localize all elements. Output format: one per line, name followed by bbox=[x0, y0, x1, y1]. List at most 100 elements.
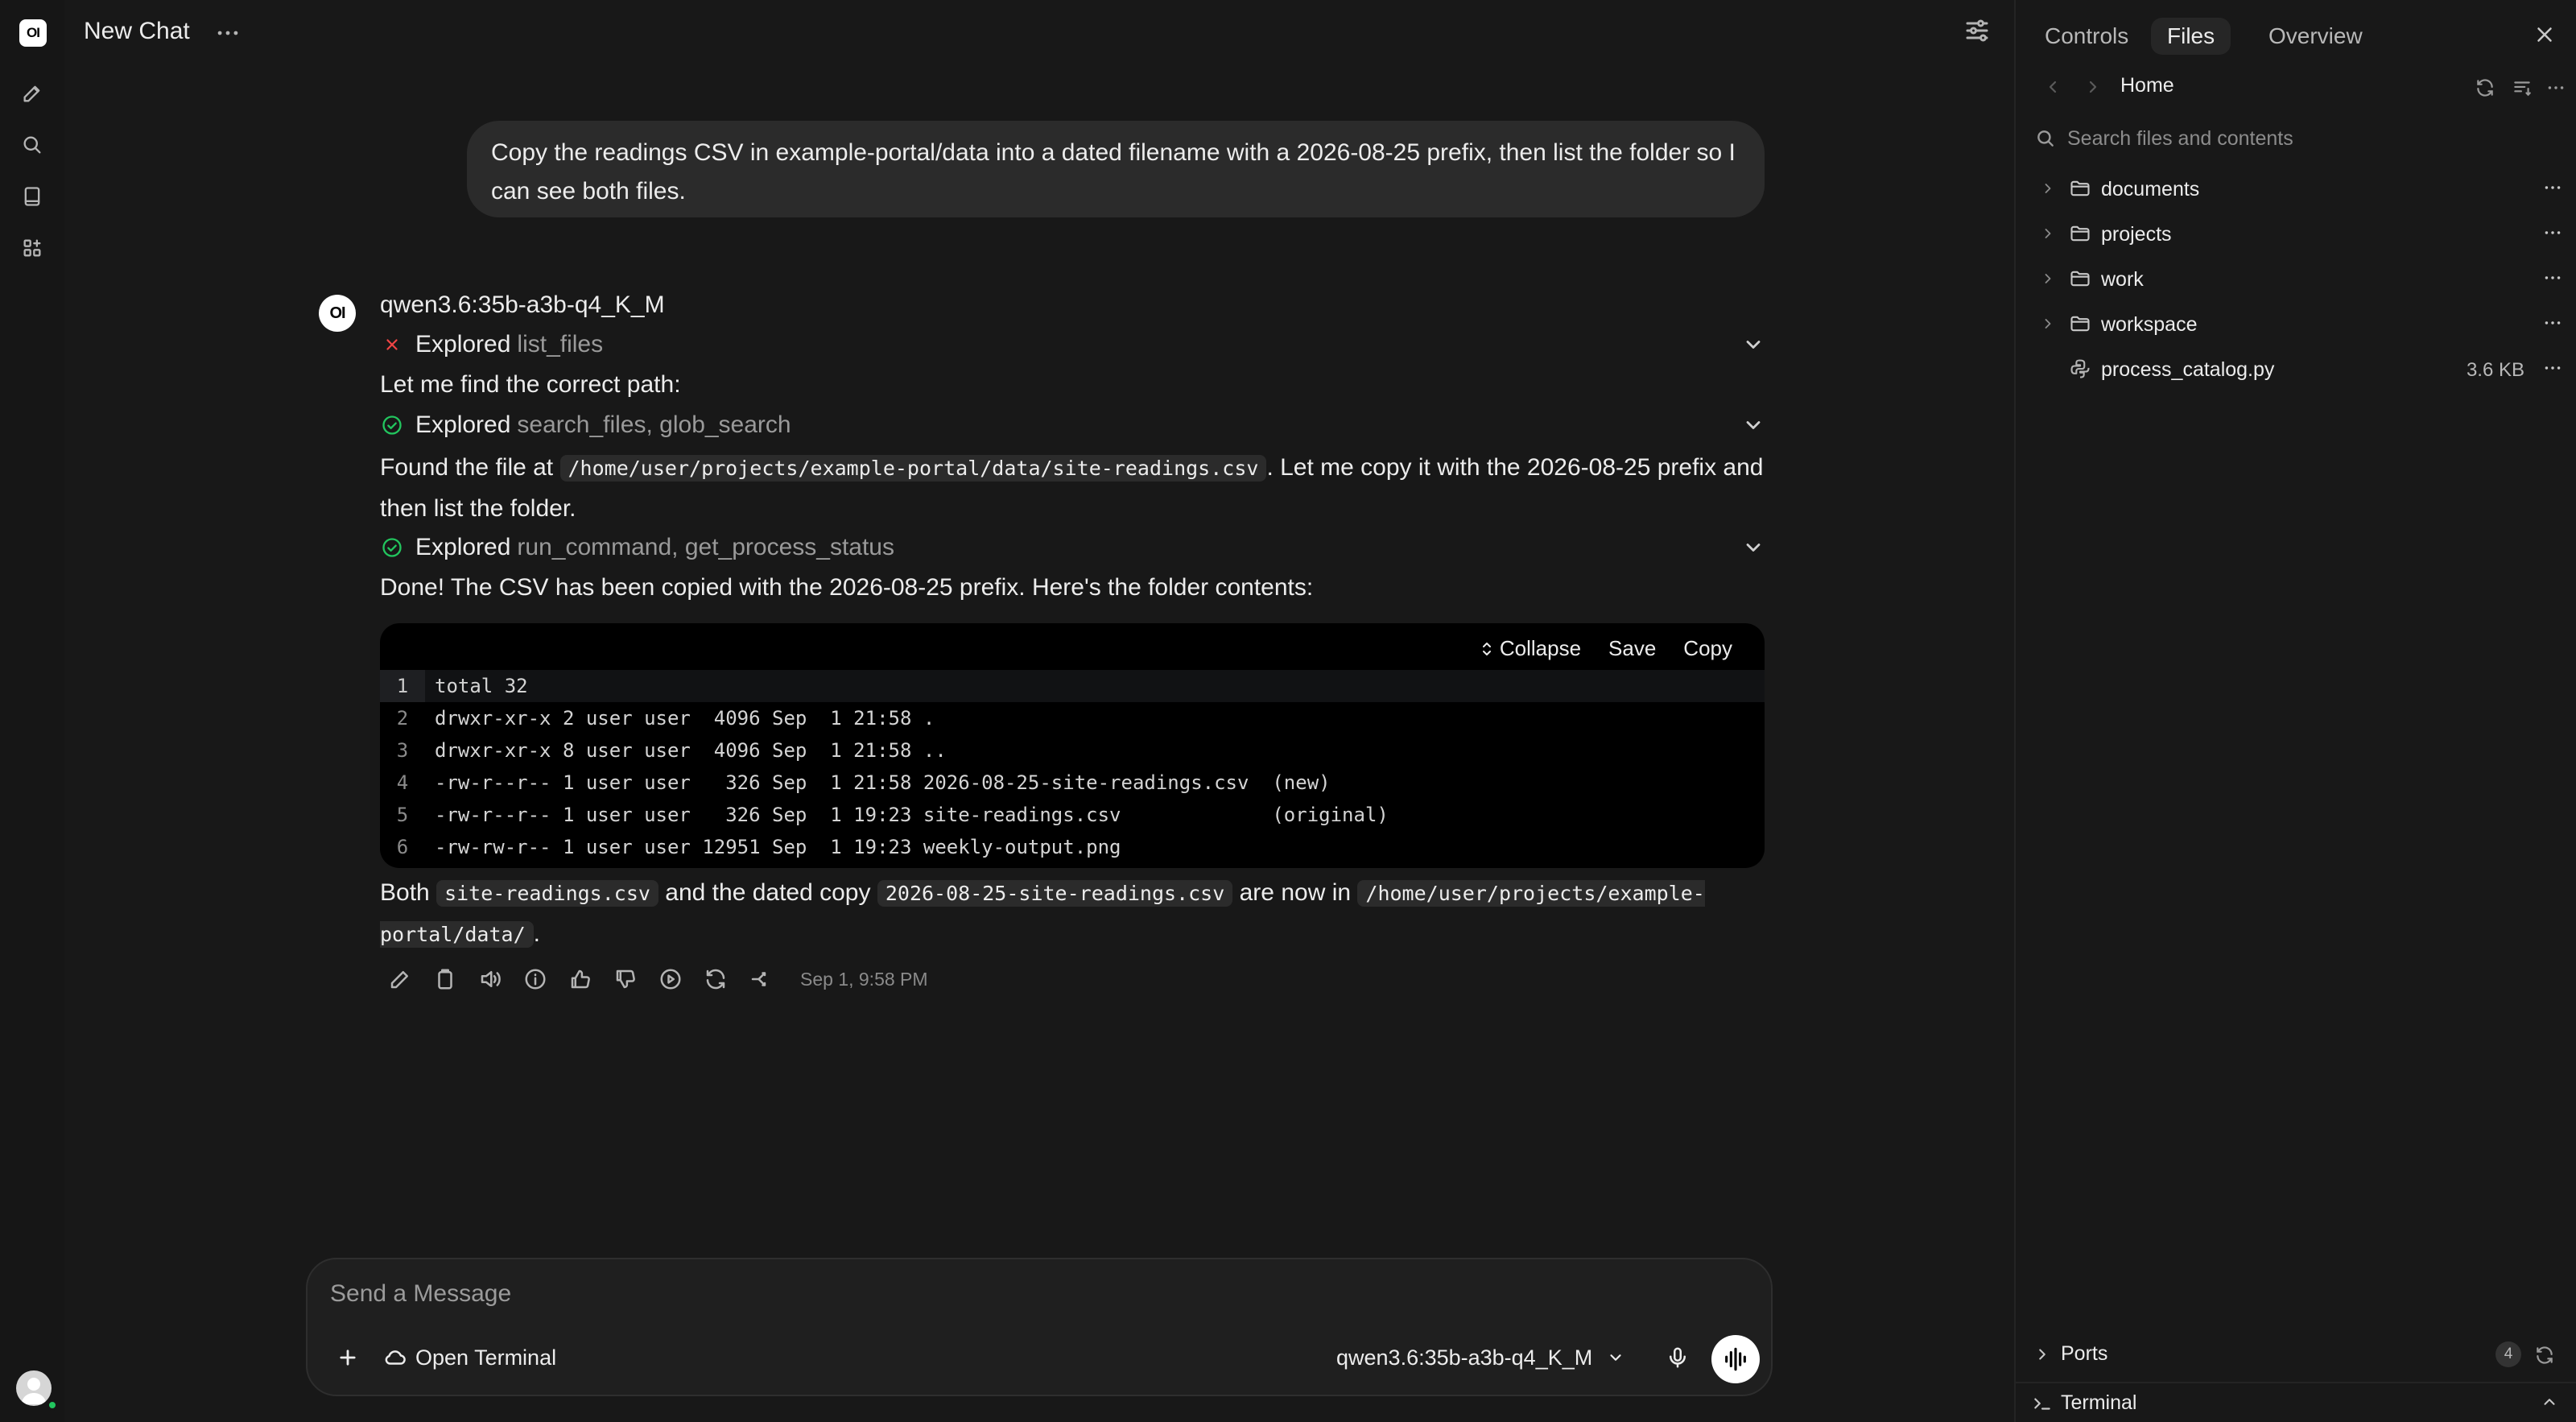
code-line: 1 total 32 bbox=[380, 670, 1765, 702]
assistant-avatar: OI bbox=[319, 295, 356, 332]
forward-arrow-icon[interactable] bbox=[2083, 77, 2103, 97]
search-icon[interactable] bbox=[16, 129, 48, 161]
code-line: 2 drwxr-xr-x 2 user user 4096 Sep 1 21:58… bbox=[396, 707, 935, 730]
code-line: 5 -rw-r--r-- 1 user user 326 Sep 1 19:23 … bbox=[396, 804, 1389, 826]
selected-model-label: qwen3.6:35b-a3b-q4_K_M bbox=[1336, 1345, 1593, 1370]
message-input[interactable] bbox=[330, 1280, 1538, 1308]
tree-item-documents[interactable]: documents bbox=[2016, 169, 2576, 208]
python-file-icon bbox=[2069, 358, 2091, 380]
chevron-right-icon[interactable] bbox=[2040, 225, 2056, 242]
message-composer: Open Terminal qwen3.6:35b-a3b-q4_K_M bbox=[306, 1258, 1773, 1396]
more-options-icon[interactable] bbox=[2545, 77, 2566, 98]
chat-title[interactable]: New Chat bbox=[84, 18, 190, 45]
left-sidebar: OI bbox=[0, 0, 64, 1422]
thumbs-up-icon[interactable] bbox=[567, 965, 594, 993]
voice-mode-waveform-icon[interactable] bbox=[1711, 1335, 1760, 1383]
files-panel: Controls Files Overview Home documents bbox=[2014, 0, 2576, 1422]
chevron-right-icon[interactable] bbox=[2040, 180, 2056, 196]
save-button[interactable]: Save bbox=[1608, 636, 1656, 661]
sort-icon[interactable] bbox=[2512, 77, 2533, 98]
thumbs-down-icon[interactable] bbox=[612, 965, 639, 993]
text-segment: are now in bbox=[1239, 879, 1352, 906]
edit-pencil-icon[interactable] bbox=[386, 965, 414, 993]
refresh-icon[interactable] bbox=[2475, 77, 2496, 98]
ports-section[interactable]: Ports 4 bbox=[2016, 1338, 2576, 1370]
model-selector[interactable]: qwen3.6:35b-a3b-q4_K_M bbox=[1336, 1340, 1624, 1375]
tree-item-name: projects bbox=[2101, 223, 2172, 246]
app-logo[interactable]: OI bbox=[19, 19, 47, 47]
code-toolbar: Collapse Save Copy bbox=[1480, 636, 1732, 661]
info-icon[interactable] bbox=[522, 965, 549, 993]
tree-item-projects[interactable]: projects bbox=[2016, 214, 2576, 253]
code-line-text: -rw-r--r-- 1 user user 326 Sep 1 19:23 s… bbox=[435, 804, 1389, 826]
chat-menu-more-icon[interactable] bbox=[214, 19, 242, 47]
assistant-text-2: Found the file at /home/user/projects/ex… bbox=[380, 448, 1765, 529]
tree-item-name: workspace bbox=[2101, 313, 2198, 336]
tool-step-label: Explored bbox=[415, 534, 511, 560]
terminal-label: Terminal bbox=[2061, 1391, 2137, 1414]
inline-code-filename: 2026-08-25-site-readings.csv bbox=[877, 880, 1233, 907]
chevron-up-icon[interactable] bbox=[2541, 1393, 2558, 1411]
add-attachment-plus-icon[interactable] bbox=[332, 1341, 364, 1374]
assistant-text-4: Both site-readings.csv and the dated cop… bbox=[380, 873, 1765, 955]
copy-button[interactable]: Copy bbox=[1683, 636, 1732, 661]
tab-files[interactable]: Files bbox=[2151, 18, 2231, 55]
microphone-icon[interactable] bbox=[1660, 1340, 1695, 1375]
inline-code-filename: site-readings.csv bbox=[436, 880, 658, 907]
tree-item-work[interactable]: work bbox=[2016, 259, 2576, 298]
chevron-right-icon[interactable] bbox=[2040, 271, 2056, 287]
folder-icon bbox=[2069, 267, 2091, 290]
chevron-down-icon[interactable] bbox=[1742, 536, 1765, 559]
code-line: 4 -rw-r--r-- 1 user user 326 Sep 1 21:58 … bbox=[396, 771, 1331, 794]
chevron-right-icon[interactable] bbox=[2033, 1346, 2051, 1363]
tab-controls[interactable]: Controls bbox=[2029, 18, 2145, 55]
workspace-grid-icon[interactable] bbox=[16, 232, 48, 264]
new-chat-pencil-icon[interactable] bbox=[16, 77, 48, 110]
tool-step-1[interactable]: Explored list_files bbox=[380, 329, 1765, 361]
close-panel-icon[interactable] bbox=[2533, 23, 2557, 47]
tree-item-process-catalog[interactable]: process_catalog.py 3.6 KB bbox=[2016, 349, 2576, 388]
chevron-down-icon[interactable] bbox=[1742, 414, 1765, 436]
chat-controls-sliders-icon[interactable] bbox=[1963, 16, 1992, 45]
item-more-icon[interactable] bbox=[2542, 358, 2563, 378]
code-line-text: drwxr-xr-x 8 user user 4096 Sep 1 21:58 … bbox=[435, 739, 947, 762]
tree-item-workspace[interactable]: workspace bbox=[2016, 304, 2576, 343]
file-nav-row: Home bbox=[2016, 71, 2576, 103]
item-more-icon[interactable] bbox=[2542, 312, 2563, 333]
open-terminal-button[interactable]: Open Terminal bbox=[383, 1341, 556, 1374]
open-terminal-label: Open Terminal bbox=[415, 1345, 557, 1370]
tool-step-tools: list_files bbox=[517, 331, 604, 358]
success-check-icon bbox=[380, 535, 404, 560]
tree-item-name: work bbox=[2101, 268, 2144, 291]
chevron-right-icon[interactable] bbox=[2040, 316, 2056, 332]
back-arrow-icon[interactable] bbox=[2043, 77, 2062, 97]
code-line-text: drwxr-xr-x 2 user user 4096 Sep 1 21:58 … bbox=[435, 707, 935, 730]
branch-share-icon[interactable] bbox=[747, 965, 774, 993]
tab-overview[interactable]: Overview bbox=[2252, 18, 2379, 55]
tool-step-tools: search_files, glob_search bbox=[517, 411, 791, 438]
item-more-icon[interactable] bbox=[2542, 222, 2563, 243]
ports-count-badge: 4 bbox=[2496, 1341, 2521, 1367]
breadcrumb-home[interactable]: Home bbox=[2120, 74, 2174, 97]
terminal-section[interactable]: Terminal bbox=[2016, 1382, 2576, 1414]
ports-label: Ports bbox=[2061, 1342, 2108, 1365]
notes-icon[interactable] bbox=[16, 180, 48, 213]
refresh-icon[interactable] bbox=[2534, 1345, 2555, 1366]
item-more-icon[interactable] bbox=[2542, 177, 2563, 198]
copy-clipboard-icon[interactable] bbox=[431, 965, 459, 993]
tool-step-2[interactable]: Explored search_files, glob_search bbox=[380, 409, 1765, 441]
user-message-bubble: Copy the readings CSV in example-portal/… bbox=[467, 121, 1765, 217]
chevron-down-icon[interactable] bbox=[1742, 333, 1765, 356]
item-more-icon[interactable] bbox=[2542, 267, 2563, 288]
user-avatar[interactable] bbox=[16, 1370, 52, 1406]
file-size: 3.6 KB bbox=[2466, 359, 2524, 381]
regenerate-icon[interactable] bbox=[702, 965, 729, 993]
read-aloud-speaker-icon[interactable] bbox=[477, 965, 504, 993]
file-search-input[interactable] bbox=[2067, 126, 2518, 151]
terminal-prompt-icon bbox=[2032, 1393, 2053, 1414]
collapse-button[interactable]: Collapse bbox=[1480, 636, 1581, 661]
folder-icon bbox=[2069, 312, 2091, 335]
tool-step-3[interactable]: Explored run_command, get_process_status bbox=[380, 531, 1765, 564]
continue-play-icon[interactable] bbox=[657, 965, 684, 993]
cloud-icon bbox=[385, 1350, 406, 1365]
